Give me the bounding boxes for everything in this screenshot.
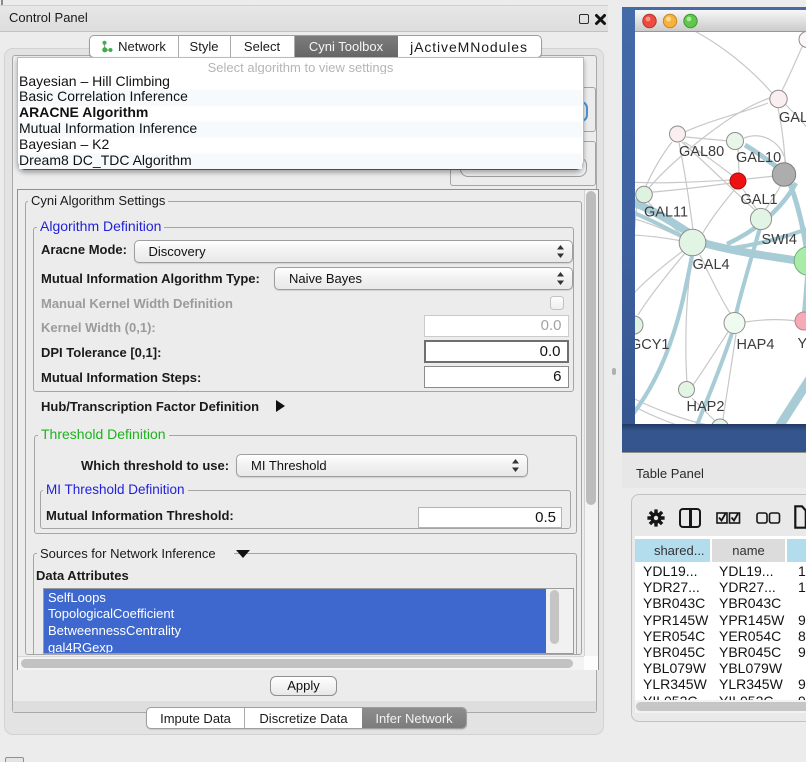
svg-text:GAL11: GAL11 (644, 204, 688, 220)
svg-text:YD: YD (798, 336, 806, 352)
svg-text:HAP2: HAP2 (687, 399, 725, 415)
svg-text:HAP4: HAP4 (737, 337, 775, 353)
svg-text:GCY1: GCY1 (635, 337, 670, 353)
svg-text:GAL2: GAL2 (779, 110, 806, 126)
svg-text:GAL10: GAL10 (736, 150, 781, 166)
svg-text:GAL80: GAL80 (679, 144, 724, 160)
svg-text:SWI4: SWI4 (762, 232, 797, 248)
svg-text:GAL4: GAL4 (693, 257, 730, 273)
svg-text:GAL1: GAL1 (741, 192, 778, 208)
